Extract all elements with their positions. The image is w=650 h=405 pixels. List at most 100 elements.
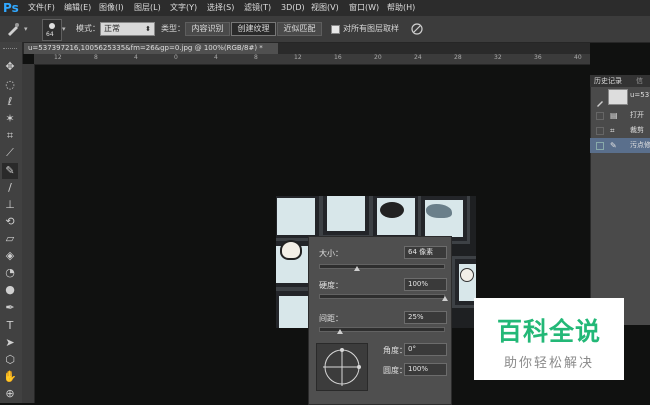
- brush-angle-field[interactable]: 0°: [404, 343, 447, 356]
- brush-hardness-field[interactable]: 100%: [404, 278, 447, 291]
- history-brush-tool-icon[interactable]: ⟲: [2, 214, 18, 230]
- ruler-vertical[interactable]: [22, 64, 35, 403]
- ruler-tick-label: 20: [374, 54, 382, 61]
- menu-type[interactable]: 文字(Y): [170, 0, 197, 16]
- eyedropper-tool-icon[interactable]: ⟋: [2, 145, 18, 161]
- ruler-tick-label: 24: [414, 54, 422, 61]
- sample-all-layers-checkbox[interactable]: [331, 25, 340, 34]
- history-source-box[interactable]: [596, 112, 604, 120]
- tab-info[interactable]: 信: [636, 75, 643, 87]
- spot-healing-brush-icon: ✎: [610, 141, 617, 150]
- menu-view[interactable]: 视图(V): [311, 0, 339, 16]
- hand-tool-icon[interactable]: ✋: [2, 369, 18, 385]
- brush-hardness-slider-knob[interactable]: [442, 296, 448, 301]
- shark-icon: [426, 204, 452, 218]
- document-icon: ▤: [610, 111, 618, 120]
- type-create-texture-button[interactable]: 创建纹理: [231, 22, 276, 36]
- spot-healing-brush-icon[interactable]: [6, 22, 20, 36]
- history-panel-tabs: 历史记录 信: [590, 75, 650, 87]
- menu-edit[interactable]: 编辑(E): [64, 0, 91, 16]
- menu-3d[interactable]: 3D(D): [281, 0, 305, 16]
- toolbox: ✥ ◌ ℓ ✶ ⌗ ⟋ ✎ / ⊥ ⟲ ▱ ◈ ◔ ● ✒ T ➤ ⬡ ✋ ⊕: [0, 42, 23, 403]
- ghost-icon: [460, 268, 474, 282]
- brush-size-field[interactable]: 64 像素: [404, 246, 447, 259]
- brush-spacing-slider-knob[interactable]: [337, 329, 344, 334]
- ruler-tick-label: 16: [334, 54, 342, 61]
- menu-layer[interactable]: 图层(L): [134, 0, 161, 16]
- brush-spacing-field[interactable]: 25%: [404, 311, 447, 324]
- type-tool-icon[interactable]: T: [2, 318, 18, 334]
- paint-bucket-tool-icon[interactable]: ◈: [2, 248, 18, 264]
- icon-tile: [320, 196, 372, 238]
- type-proximity-match-button[interactable]: 近似匹配: [277, 22, 322, 36]
- ruler-tick-label: 4: [214, 54, 218, 61]
- tool-preset-chevron-icon[interactable]: ▾: [24, 25, 28, 33]
- history-snapshot-label[interactable]: u=537: [630, 91, 650, 99]
- mode-select[interactable]: 正常 ⬍: [100, 22, 155, 36]
- document-tab-title: u=537397216,1005625335&fm=26&gp=0.jpg @ …: [28, 44, 263, 52]
- brush-settings-panel: 大小： 64 像素 硬度： 100% 间距： 25% 角度： 0° 圆度： 10…: [308, 236, 452, 405]
- menu-select[interactable]: 选择(S): [207, 0, 234, 16]
- sample-all-layers-label: 对所有图层取样: [343, 24, 399, 33]
- brush-picker[interactable]: 64: [42, 19, 62, 41]
- history-snapshot-thumbnail: [608, 89, 628, 105]
- brush-hardness-slider[interactable]: [319, 294, 445, 299]
- menu-image[interactable]: 图像(I): [99, 0, 124, 16]
- pressure-size-icon[interactable]: [410, 22, 424, 36]
- lasso-tool-icon[interactable]: ℓ: [2, 94, 18, 110]
- type-content-aware-button[interactable]: 内容识别: [185, 22, 230, 36]
- tab-history[interactable]: 历史记录: [594, 75, 622, 87]
- toolbox-grip[interactable]: [3, 48, 17, 52]
- crop-tool-icon[interactable]: ⌗: [2, 128, 18, 144]
- brush-angle-preview[interactable]: [316, 343, 368, 391]
- icon-tile: [452, 256, 476, 308]
- watermark-subtitle: 助你轻松解决: [503, 356, 594, 371]
- ruler-tick-label: 36: [534, 54, 542, 61]
- history-item-active[interactable]: ✎ 污点修: [590, 138, 650, 153]
- history-brush-icon[interactable]: [596, 92, 604, 107]
- ruler-tick-label: 4: [134, 54, 138, 61]
- brush-spacing-label: 间距：: [319, 314, 343, 323]
- creature-icon: [380, 202, 404, 218]
- menu-filter[interactable]: 滤镜(T): [244, 0, 271, 16]
- document-tab[interactable]: u=537397216,1005625335&fm=26&gp=0.jpg @ …: [24, 43, 278, 54]
- eraser-tool-icon[interactable]: ▱: [2, 231, 18, 247]
- pen-tool-icon[interactable]: ✒: [2, 300, 18, 316]
- dodge-tool-icon[interactable]: ●: [2, 282, 18, 298]
- history-source-box[interactable]: [596, 142, 604, 150]
- history-source-box[interactable]: [596, 127, 604, 135]
- ruler-horizontal[interactable]: 12 8 4 0 4 8 12 16 20 24 28 32 36 40: [34, 54, 590, 65]
- clone-stamp-tool-icon[interactable]: ⊥: [2, 197, 18, 213]
- ruler-tick-label: 12: [294, 54, 302, 61]
- move-tool-icon[interactable]: ✥: [2, 59, 18, 75]
- zoom-tool-icon[interactable]: ⊕: [2, 386, 18, 402]
- shape-tool-icon[interactable]: ⬡: [2, 352, 18, 368]
- magic-wand-tool-icon[interactable]: ✶: [2, 111, 18, 127]
- menu-window[interactable]: 窗口(W): [349, 0, 379, 16]
- history-item[interactable]: ▤ 打开: [590, 108, 650, 123]
- brush-size-slider[interactable]: [319, 264, 445, 269]
- brush-roundness-field[interactable]: 100%: [404, 363, 447, 376]
- ruler-tick-label: 8: [254, 54, 258, 61]
- brush-picker-chevron-icon[interactable]: ▾: [62, 25, 66, 33]
- brush-size-slider-knob[interactable]: [353, 266, 360, 271]
- menu-help[interactable]: 帮助(H): [387, 0, 415, 16]
- ruler-tick-label: 28: [454, 54, 462, 61]
- brush-angle-crosshair-icon: [323, 348, 361, 386]
- blur-tool-icon[interactable]: ◔: [2, 265, 18, 281]
- brush-tool-icon[interactable]: /: [2, 180, 18, 196]
- watermark-title: 百科全说: [496, 317, 601, 346]
- mode-select-value: 正常: [104, 24, 120, 33]
- history-item-label: 裁剪: [630, 126, 644, 134]
- spot-healing-brush-tool-icon[interactable]: ✎: [2, 163, 18, 179]
- menu-file[interactable]: 文件(F): [28, 0, 55, 16]
- history-item-label: 打开: [630, 111, 644, 119]
- ruler-tick-label: 0: [174, 54, 178, 61]
- ruler-tick-label: 12: [54, 54, 62, 61]
- history-item-label: 污点修: [630, 141, 650, 149]
- history-item[interactable]: ⌗ 裁剪: [590, 123, 650, 138]
- path-selection-tool-icon[interactable]: ➤: [2, 335, 18, 351]
- marquee-tool-icon[interactable]: ◌: [2, 77, 18, 93]
- brush-hardness-label: 硬度：: [319, 281, 343, 290]
- brush-size-label: 大小：: [319, 249, 343, 258]
